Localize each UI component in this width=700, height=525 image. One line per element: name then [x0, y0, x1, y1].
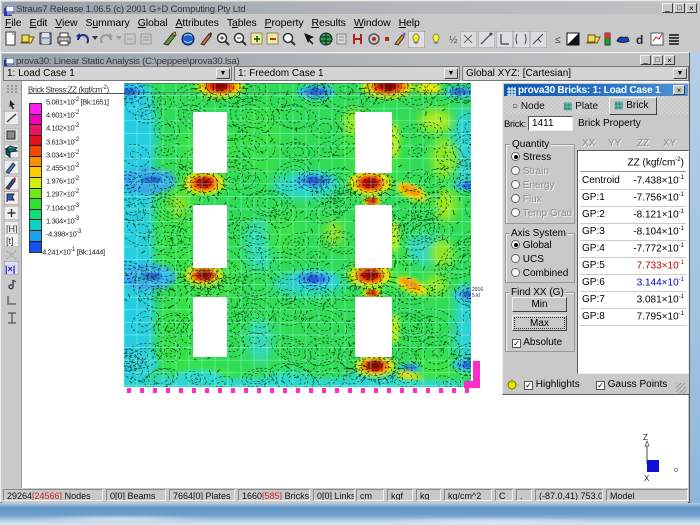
svg-text:X: X — [644, 474, 650, 482]
svg-text:5 kl: 5 kl — [472, 293, 480, 299]
svg-text:|×|: |×| — [5, 264, 15, 274]
svg-text:o: o — [674, 467, 678, 474]
svg-text:≤: ≤ — [555, 35, 561, 46]
svg-text:d: d — [636, 33, 643, 47]
svg-text:Z: Z — [643, 433, 648, 442]
svg-text:[t]: [t] — [6, 236, 14, 246]
svg-text:½: ½ — [449, 35, 458, 46]
